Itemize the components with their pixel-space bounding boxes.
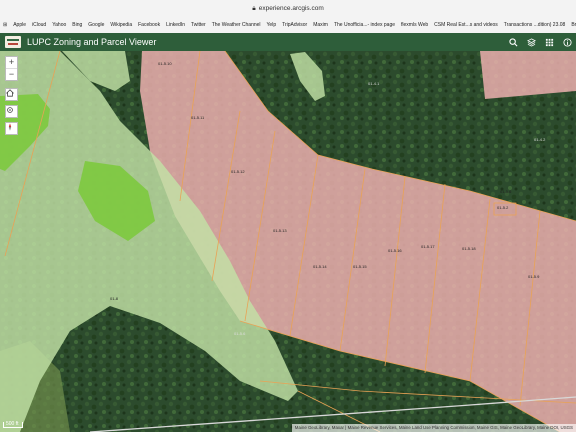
- app-header: LUPC Zoning and Parcel Viewer: [0, 33, 576, 51]
- parcel-label[interactable]: 01-5.18: [462, 246, 476, 251]
- map-view[interactable]: 01-5.10 01-5.11 01-5.12 01-5.13 01-5.14 …: [0, 51, 576, 432]
- bookmark-item[interactable]: iCloud: [29, 22, 49, 28]
- parcel-label[interactable]: 01-5.13: [273, 228, 287, 233]
- parcel-label[interactable]: 01-5.10: [158, 61, 172, 66]
- bookmark-item[interactable]: Wikipedia: [107, 22, 135, 28]
- parcel-label[interactable]: 01-5.16: [388, 248, 402, 253]
- header-toolbar: [509, 33, 572, 51]
- bookmark-item[interactable]: TripAdvisor: [279, 22, 310, 28]
- zoom-control: + −: [5, 56, 18, 81]
- parcel-label[interactable]: 01-8: [110, 296, 118, 301]
- parcel-label[interactable]: 01-4.1: [368, 81, 379, 86]
- bookmarks-grid-icon[interactable]: ⊞: [0, 22, 10, 28]
- bookmark-item[interactable]: Facebook: [135, 22, 163, 28]
- map-canvas[interactable]: [0, 51, 576, 432]
- locate-button[interactable]: [5, 105, 18, 118]
- parcel-label[interactable]: 01-5.6: [500, 189, 511, 194]
- info-icon[interactable]: [563, 37, 572, 47]
- parcel-label[interactable]: 01-5.14: [313, 264, 327, 269]
- parcel-label[interactable]: 01-5.2: [497, 205, 508, 210]
- parcel-label[interactable]: 01-4.2: [534, 137, 545, 142]
- grid-icon[interactable]: [545, 38, 554, 47]
- bookmark-item[interactable]: flexmls Web: [398, 22, 431, 28]
- url-text[interactable]: experience.arcgis.com: [259, 5, 324, 12]
- parcel-label[interactable]: 01-5.6: [234, 331, 245, 336]
- locate-icon: [7, 107, 13, 113]
- development-zone-ne[interactable]: [480, 51, 576, 99]
- parcel-label[interactable]: 01-5.12: [231, 169, 245, 174]
- home-button[interactable]: [5, 88, 18, 101]
- scale-bar: 500 ft: [3, 422, 23, 428]
- bookmark-item[interactable]: Twitter: [188, 22, 209, 28]
- bookmark-item[interactable]: The Weather Channel: [209, 22, 264, 28]
- map-attribution: Maine GeoLibrary, Maxar | Maine Revenue …: [291, 424, 576, 432]
- parcel-label[interactable]: 01-5.9: [528, 274, 539, 279]
- bookmark-item[interactable]: CSM Real Est...s and videos: [431, 22, 501, 28]
- lock-icon: 🔒︎: [252, 4, 256, 12]
- home-icon: [6, 89, 14, 97]
- zoom-in-button[interactable]: +: [6, 57, 17, 68]
- search-icon[interactable]: [509, 37, 518, 47]
- parcel-label[interactable]: 01-5.17: [421, 244, 435, 249]
- app-title: LUPC Zoning and Parcel Viewer: [27, 37, 157, 47]
- compass-icon: [8, 123, 12, 131]
- layers-icon[interactable]: [526, 37, 537, 47]
- address-bar[interactable]: 🔒︎ experience.arcgis.com: [0, 0, 576, 17]
- bookmark-item[interactable]: Maxim: [310, 22, 331, 28]
- bookmark-item[interactable]: Apple: [10, 22, 29, 28]
- bookmark-item[interactable]: LinkedIn: [163, 22, 188, 28]
- bookmark-item[interactable]: The Unofficia...- index page: [331, 22, 398, 28]
- bookmark-item[interactable]: Bing: [69, 22, 85, 28]
- compass-button[interactable]: [5, 122, 18, 135]
- browser-chrome: 🔒︎ experience.arcgis.com ⊞ Apple iCloud Ya…: [0, 0, 576, 34]
- zoom-out-button[interactable]: −: [6, 69, 17, 80]
- lupc-logo: [5, 36, 21, 48]
- parcel-label[interactable]: 01-5.11: [191, 115, 204, 120]
- bookmark-item[interactable]: Yahoo: [49, 22, 69, 28]
- bookmark-item[interactable]: Transactions ...dition) 23.08: [501, 22, 569, 28]
- bookmark-item[interactable]: Breaking: [568, 22, 576, 28]
- bookmarks-bar: ⊞ Apple iCloud Yahoo Bing Google Wikipedia Fac…: [0, 17, 576, 32]
- bookmark-item[interactable]: Yelp: [264, 22, 280, 28]
- parcel-label[interactable]: 01-5.15: [353, 264, 367, 269]
- bookmark-item[interactable]: Google: [85, 22, 107, 28]
